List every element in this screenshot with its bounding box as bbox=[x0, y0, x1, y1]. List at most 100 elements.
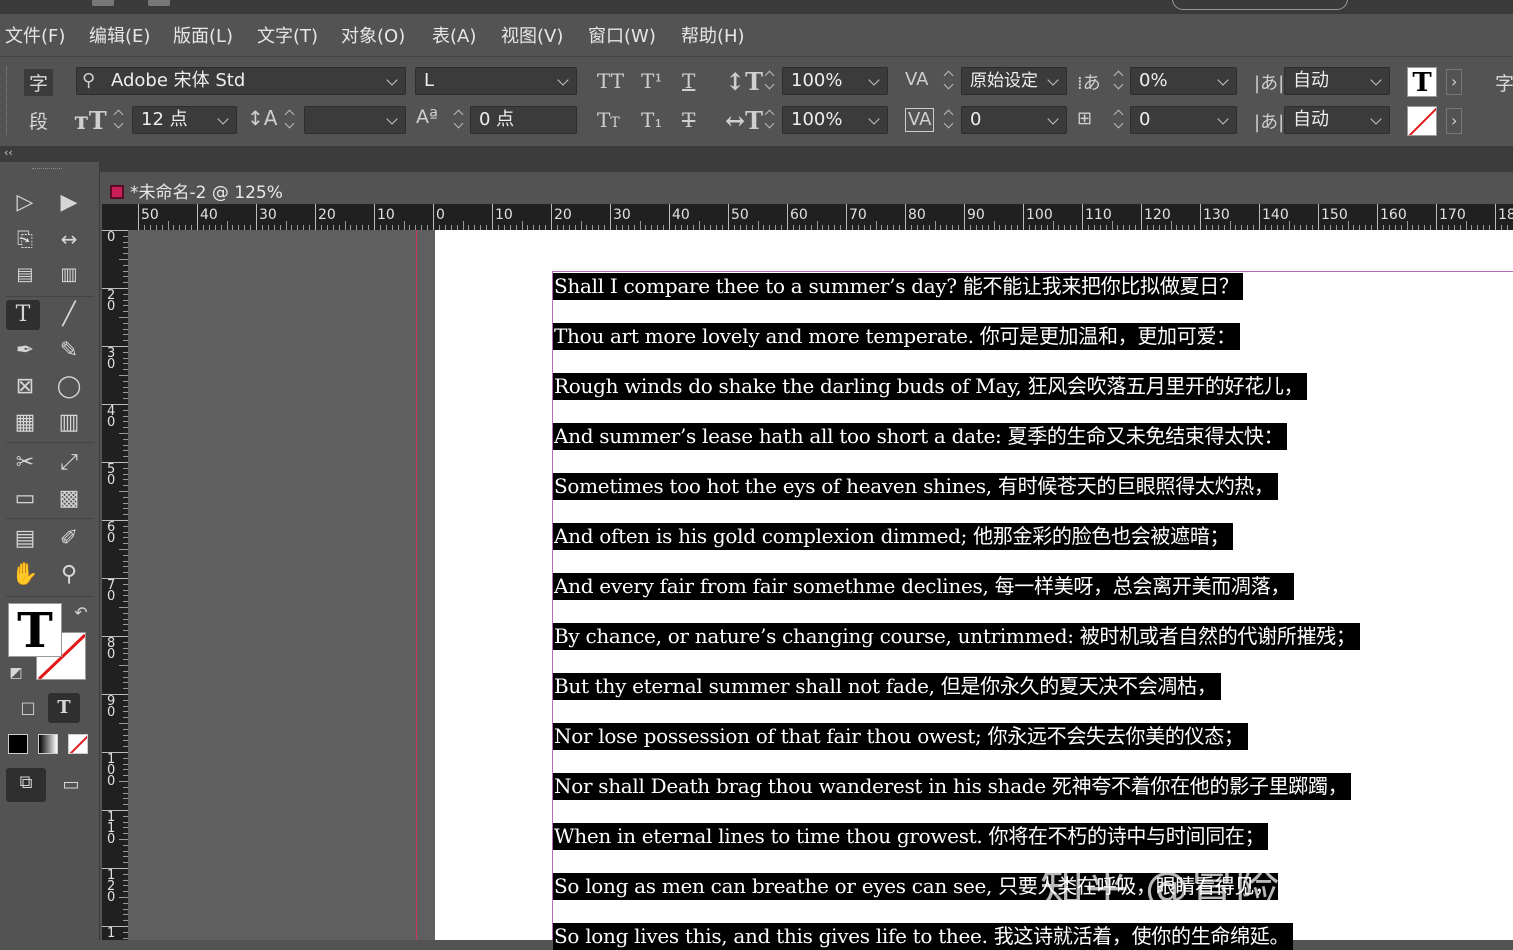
horizontal-scale-field[interactable]: 100% bbox=[782, 106, 888, 134]
kerning-field[interactable]: 原始设定 bbox=[961, 67, 1067, 95]
content-placer-icon[interactable]: ▥ bbox=[52, 260, 86, 290]
menu-edit[interactable]: 编辑(E) bbox=[89, 22, 150, 48]
pasteboard[interactable]: Shall I compare thee to a summer’s day? … bbox=[128, 230, 1513, 940]
apply-gradient-icon[interactable] bbox=[38, 734, 58, 754]
tracking-stepper[interactable] bbox=[941, 106, 957, 134]
apply-none-icon[interactable] bbox=[68, 734, 88, 754]
scissors-tool-icon[interactable]: ✂ bbox=[8, 448, 42, 478]
character-panel-edge-tab[interactable]: 字 bbox=[1495, 69, 1513, 96]
font-family-field[interactable]: ⚲ Adobe 宋体 Std bbox=[76, 67, 406, 95]
poem-line[interactable]: Sometimes too hot the eys of heaven shin… bbox=[553, 473, 1278, 500]
poem-line[interactable]: And every fair from fair somethme declin… bbox=[553, 573, 1294, 600]
baseline-shift-stepper[interactable] bbox=[451, 106, 467, 134]
panel-grip[interactable] bbox=[6, 67, 8, 135]
chevron-right-icon[interactable]: › bbox=[1446, 69, 1462, 95]
chevron-down-icon[interactable] bbox=[1216, 68, 1232, 94]
text-fill-swatch[interactable]: T bbox=[1407, 67, 1437, 97]
collapse-panel-icon[interactable]: ‹‹ bbox=[4, 146, 13, 159]
chevron-down-icon[interactable] bbox=[1046, 68, 1062, 94]
text-stroke-swatch[interactable] bbox=[1407, 106, 1437, 136]
underline-icon[interactable]: T bbox=[682, 69, 695, 93]
formatting-text-icon[interactable]: T bbox=[48, 693, 80, 723]
menu-type[interactable]: 文字(T) bbox=[257, 22, 318, 48]
eyedropper-tool-icon[interactable]: ✐ bbox=[52, 524, 86, 554]
fill-box[interactable]: T bbox=[8, 603, 62, 657]
subscript-icon[interactable]: T₁ bbox=[641, 108, 662, 132]
menu-file[interactable]: 文件(F) bbox=[5, 22, 65, 48]
all-caps-icon[interactable]: TT bbox=[597, 69, 624, 93]
poem-line[interactable]: By chance, or nature’s changing course, … bbox=[553, 623, 1360, 650]
chevron-down-icon[interactable] bbox=[867, 68, 883, 94]
vertical-ruler[interactable]: 020304050607080901001101201 bbox=[102, 230, 128, 940]
chevron-down-icon[interactable] bbox=[1369, 107, 1385, 133]
chevron-down-icon[interactable] bbox=[1046, 107, 1062, 133]
hand-tool-icon[interactable]: ✋ bbox=[8, 560, 42, 590]
leading-field[interactable] bbox=[304, 106, 406, 134]
menu-window[interactable]: 窗口(W) bbox=[588, 22, 656, 48]
poem-line[interactable]: Shall I compare thee to a summer’s day? … bbox=[553, 273, 1243, 300]
kerning-stepper[interactable] bbox=[941, 67, 957, 95]
tsume-field[interactable]: 0% bbox=[1130, 67, 1237, 95]
tsume-stepper[interactable] bbox=[1111, 67, 1127, 95]
formatting-container-icon[interactable]: □ bbox=[12, 693, 44, 723]
poem-line[interactable]: Nor shall Death brag thou wanderest in h… bbox=[553, 773, 1351, 800]
menu-table[interactable]: 表(A) bbox=[432, 22, 476, 48]
default-fill-stroke-icon[interactable]: ◩ bbox=[4, 658, 28, 688]
pen-tool-icon[interactable]: ✒ bbox=[8, 336, 42, 366]
baseline-shift-field[interactable]: 0 点 bbox=[470, 106, 577, 134]
poem-line[interactable]: And often is his gold complexion dimmed;… bbox=[553, 523, 1233, 550]
vertical-grid-tool-icon[interactable]: ▥ bbox=[52, 408, 86, 438]
chevron-down-icon[interactable] bbox=[216, 107, 232, 133]
ellipse-tool-icon[interactable]: ◯ bbox=[52, 372, 86, 402]
horizontal-ruler[interactable]: 5040302010010203040506070809010011012013… bbox=[102, 204, 1513, 230]
chevron-down-icon[interactable] bbox=[385, 68, 401, 94]
small-caps-icon[interactable]: Tт bbox=[597, 108, 620, 132]
mojikumi-top-field[interactable]: 自动 bbox=[1284, 67, 1390, 95]
poem-line[interactable]: Thou art more lovely and more temperate.… bbox=[553, 323, 1240, 350]
content-collector-icon[interactable]: ▤ bbox=[8, 260, 42, 290]
publish-online-button[interactable] bbox=[1172, 0, 1348, 10]
poem-line[interactable]: And summer’s lease hath all too short a … bbox=[553, 423, 1287, 450]
chevron-down-icon[interactable] bbox=[1369, 68, 1385, 94]
selection-tool-icon[interactable]: ▷ bbox=[8, 188, 42, 218]
horizontal-grid-tool-icon[interactable]: ▦ bbox=[8, 408, 42, 438]
grid-alignment-stepper[interactable] bbox=[1111, 106, 1127, 134]
menu-object[interactable]: 对象(O) bbox=[341, 22, 405, 48]
chevron-down-icon[interactable] bbox=[1216, 107, 1232, 133]
leading-stepper[interactable] bbox=[282, 106, 298, 134]
document-tab[interactable]: *未命名-2 @ 125% bbox=[102, 172, 293, 204]
gap-tool-icon[interactable]: ↔ bbox=[52, 224, 86, 254]
tools-grip[interactable] bbox=[32, 168, 62, 169]
swap-fill-stroke-icon[interactable]: ↶ bbox=[68, 598, 94, 628]
poem-line[interactable]: Rough winds do shake the darling buds of… bbox=[553, 373, 1307, 400]
gradient-swatch-tool-icon[interactable]: ▭ bbox=[8, 484, 42, 514]
poem-line[interactable]: So long lives this, and this gives life … bbox=[553, 923, 1293, 950]
strikethrough-icon[interactable]: T bbox=[682, 108, 695, 132]
free-transform-tool-icon[interactable]: ⤢ bbox=[52, 448, 86, 478]
poem-line[interactable]: When in eternal lines to time thou growe… bbox=[553, 823, 1268, 850]
normal-view-mode-icon[interactable]: ⧉ bbox=[6, 768, 46, 802]
note-tool-icon[interactable]: ▤ bbox=[8, 524, 42, 554]
menu-view[interactable]: 视图(V) bbox=[501, 22, 563, 48]
character-formatting-tab[interactable]: 字 bbox=[24, 69, 53, 96]
vertical-scale-field[interactable]: 100% bbox=[782, 67, 888, 95]
chevron-right-icon[interactable]: › bbox=[1446, 108, 1462, 134]
menu-help[interactable]: 帮助(H) bbox=[681, 22, 745, 48]
chevron-down-icon[interactable] bbox=[556, 68, 572, 94]
font-size-field[interactable]: 12 点 bbox=[132, 106, 237, 134]
page-tool-icon[interactable]: ⎘ bbox=[8, 224, 42, 254]
gradient-feather-tool-icon[interactable]: ▩ bbox=[52, 484, 86, 514]
grid-alignment-field[interactable]: 0 bbox=[1130, 106, 1237, 134]
vertical-scale-stepper[interactable] bbox=[762, 67, 778, 95]
mojikumi-bottom-field[interactable]: 自动 bbox=[1284, 106, 1390, 134]
font-size-stepper[interactable] bbox=[111, 106, 127, 134]
menu-layout[interactable]: 版面(L) bbox=[173, 22, 233, 48]
direct-selection-tool-icon[interactable]: ▶ bbox=[52, 188, 86, 218]
rectangle-frame-tool-icon[interactable]: ⊠ bbox=[8, 372, 42, 402]
pencil-tool-icon[interactable]: ✎ bbox=[52, 336, 86, 366]
screen-mode-icon[interactable]: ▭ bbox=[54, 770, 88, 800]
type-tool-icon[interactable]: T bbox=[6, 300, 40, 330]
document-page[interactable]: Shall I compare thee to a summer’s day? … bbox=[435, 230, 1513, 940]
poem-line[interactable]: But thy eternal summer shall not fade, 但… bbox=[553, 673, 1221, 700]
paragraph-formatting-tab[interactable]: 段 bbox=[29, 107, 48, 134]
